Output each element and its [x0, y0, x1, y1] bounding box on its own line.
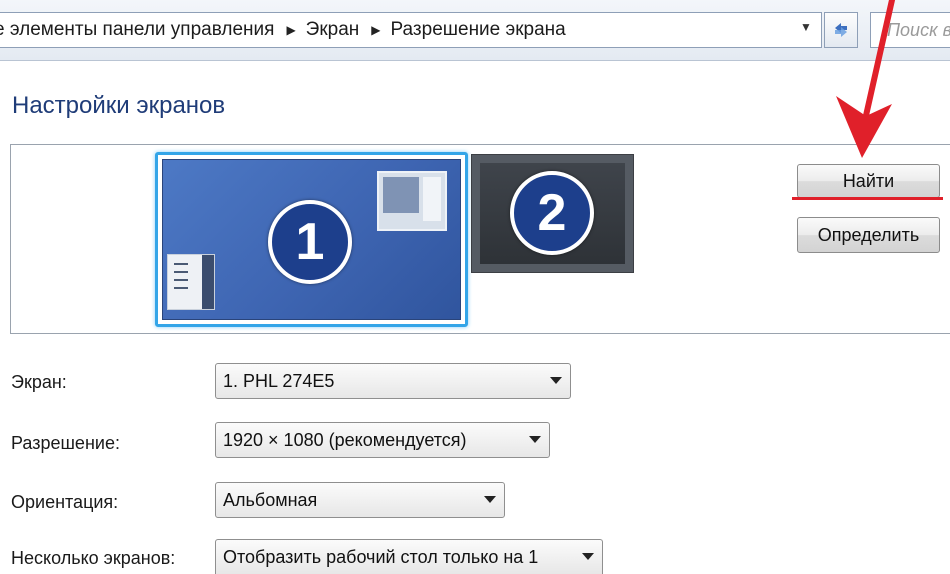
resolution-label: Разрешение: [11, 433, 120, 453]
find-button[interactable]: Найти [797, 164, 940, 198]
monitor-2-number: 2 [510, 171, 594, 255]
display-select-value: 1. PHL 274E5 [223, 371, 335, 391]
address-bar: е элементы панели управления ▶ Экран ▶ Р… [0, 0, 950, 61]
desktop-gadget-thumbnail [167, 254, 215, 310]
orientation-label: Ориентация: [11, 492, 119, 512]
resolution-select[interactable]: 1920 × 1080 (рекомендуется) [215, 422, 550, 458]
chevron-down-icon [582, 553, 594, 560]
breadcrumb[interactable]: е элементы панели управления ▶ Экран ▶ Р… [0, 12, 822, 48]
refresh-icon [835, 23, 847, 37]
resolution-select-value: 1920 × 1080 (рекомендуется) [223, 430, 467, 450]
search-input[interactable]: Поиск в [870, 12, 950, 48]
monitor-1-number: 1 [268, 200, 352, 284]
annotation-underline [792, 197, 943, 200]
monitor-2[interactable]: 2 [471, 154, 634, 273]
orientation-select-value: Альбомная [223, 490, 318, 510]
refresh-button[interactable] [824, 12, 858, 48]
chevron-down-icon [529, 436, 541, 443]
address-dropdown-icon[interactable]: ▼ [800, 20, 812, 34]
breadcrumb-separator-icon[interactable]: ▶ [367, 23, 390, 37]
multiple-displays-select-value: Отобразить рабочий стол только на 1 [223, 547, 539, 567]
breadcrumb-item-resolution[interactable]: Разрешение экрана [391, 19, 574, 41]
multiple-displays-select[interactable]: Отобразить рабочий стол только на 1 [215, 539, 603, 574]
display-label: Экран: [11, 372, 67, 392]
breadcrumb-item-control-panel[interactable]: е элементы панели управления [0, 19, 282, 41]
breadcrumb-separator-icon[interactable]: ▶ [282, 23, 305, 37]
page-title: Настройки экранов [12, 92, 226, 119]
display-select[interactable]: 1. PHL 274E5 [215, 363, 571, 399]
identify-button[interactable]: Определить [797, 217, 940, 253]
multiple-displays-label: Несколько экранов: [11, 548, 176, 568]
chevron-down-icon [484, 496, 496, 503]
monitor-1[interactable]: 1 [162, 159, 461, 320]
breadcrumb-item-display[interactable]: Экран [306, 19, 368, 41]
orientation-select[interactable]: Альбомная [215, 482, 505, 518]
chevron-down-icon [550, 377, 562, 384]
desktop-window-thumbnail [377, 171, 447, 231]
